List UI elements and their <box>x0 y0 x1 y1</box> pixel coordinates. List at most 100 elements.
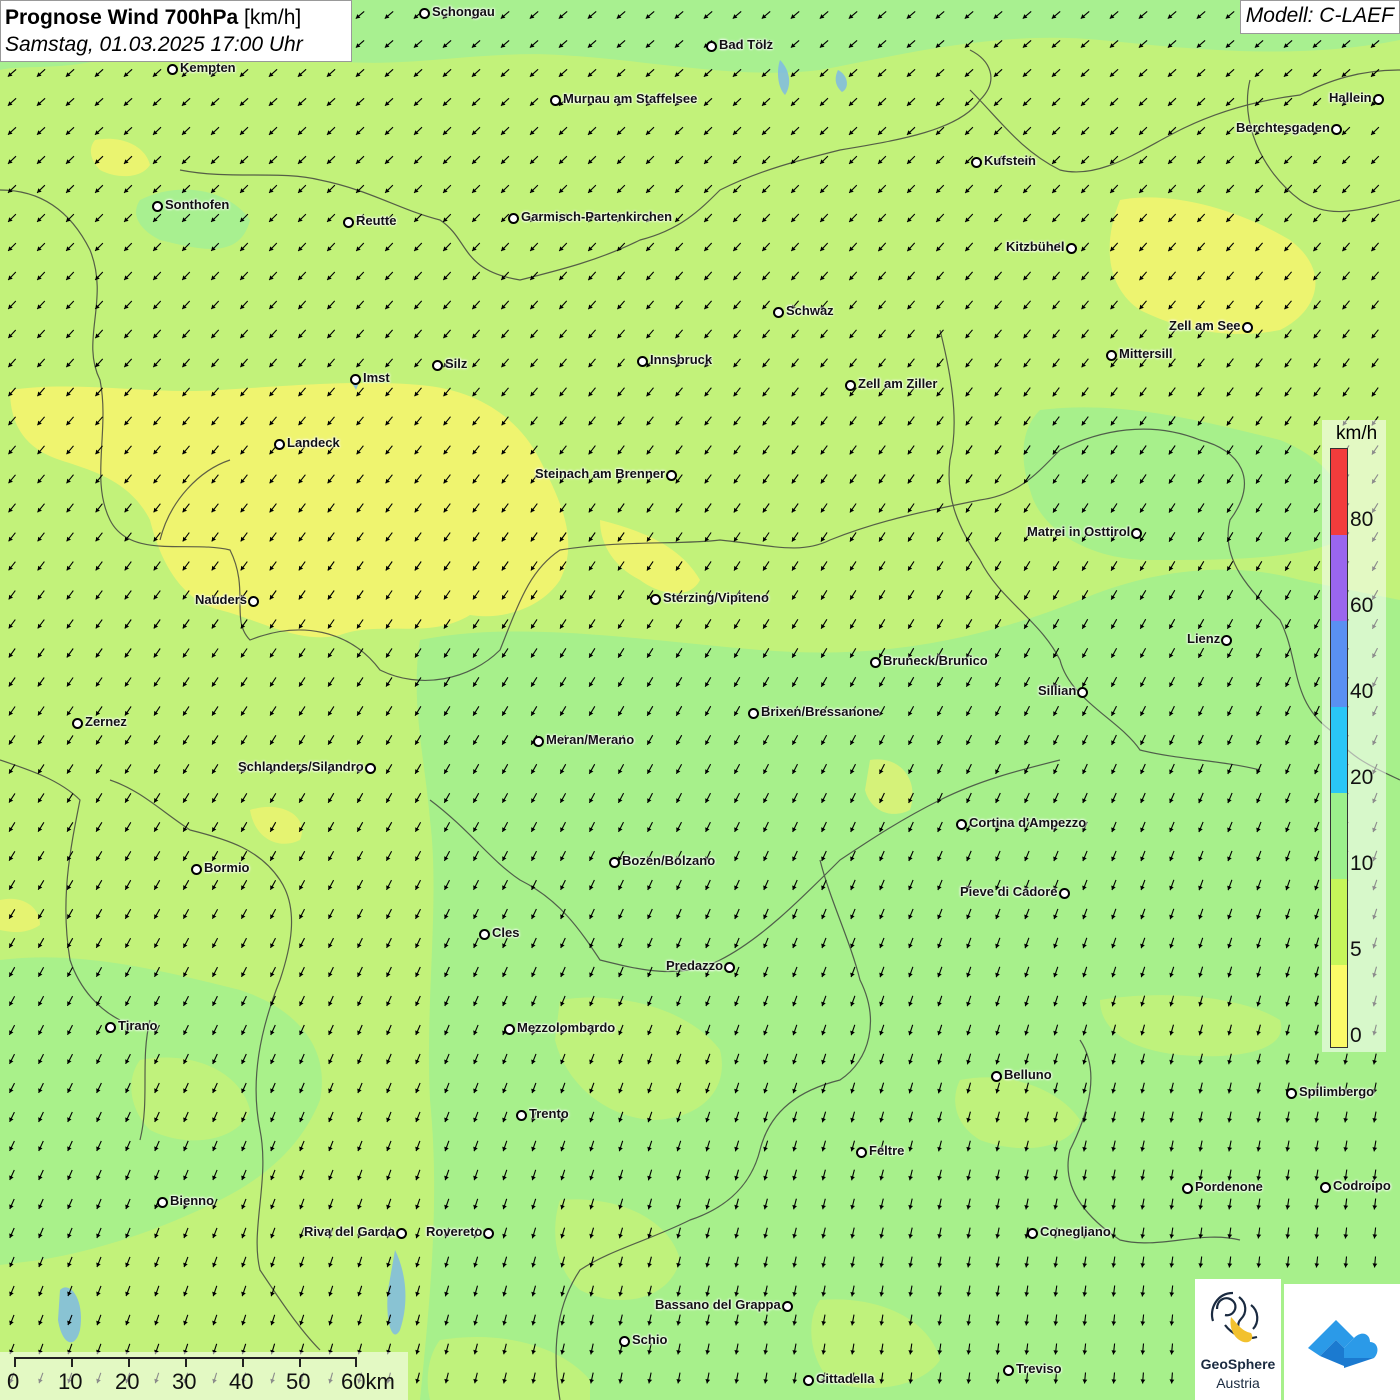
legend-label-20: 20 <box>1350 766 1374 789</box>
city-label: Landeck <box>287 435 340 450</box>
city-label: Bad Tölz <box>719 37 774 52</box>
city-dot-icon <box>516 1110 527 1121</box>
city-label: Bormio <box>204 860 250 875</box>
legend-label-0: 0 <box>1350 1024 1362 1047</box>
city-label: Bruneck/Brunico <box>883 653 988 668</box>
city-label: Trento <box>529 1106 569 1121</box>
legend-seg-80 <box>1331 449 1347 535</box>
city-label: Feltre <box>869 1143 905 1158</box>
city-dot-icon <box>191 864 202 875</box>
city-label: Zell am See <box>1169 318 1241 333</box>
legend-seg-20 <box>1331 707 1347 793</box>
city-dot-icon <box>504 1024 515 1035</box>
forecast-datetime: Samstag, 01.03.2025 17:00 Uhr <box>5 33 303 56</box>
city-dot-icon <box>1131 528 1142 539</box>
city-dot-icon <box>1373 94 1384 105</box>
city-label: Bozen/Bolzano <box>622 853 716 868</box>
legend-seg-0 <box>1331 965 1347 1047</box>
city-label: Lienz <box>1187 631 1221 646</box>
wind-forecast-map[interactable]: Prognose Wind 700hPa [km/h] Samstag, 01.… <box>0 0 1400 1400</box>
city-label: Cortina d'Ampezzo <box>969 815 1087 830</box>
city-label: Cittadella <box>816 1371 875 1386</box>
city-dot-icon <box>1106 350 1117 361</box>
city-label: Steinach am Brenner <box>535 466 666 481</box>
city-dot-icon <box>1331 124 1342 135</box>
city-dot-icon <box>479 929 490 940</box>
city-label: Pieve di Cadore <box>960 884 1058 899</box>
city-dot-icon <box>773 307 784 318</box>
city-label: Brixen/Bressanone <box>761 704 880 719</box>
scale-tick <box>355 1357 357 1367</box>
city-dot-icon <box>167 64 178 75</box>
city-label: Tirano <box>118 1018 158 1033</box>
city-label: Schongau <box>432 4 495 19</box>
cloud-arrow-icon <box>1308 1320 1378 1368</box>
legend-label-5: 5 <box>1350 938 1362 961</box>
city-label: Schwaz <box>786 303 834 318</box>
city-dot-icon <box>748 708 759 719</box>
city-label: Sonthofen <box>165 197 230 212</box>
city-label: Zell am Ziller <box>858 376 938 391</box>
city-dot-icon <box>1066 243 1077 254</box>
city-dot-icon <box>666 470 677 481</box>
weather-app-logo[interactable] <box>1284 1284 1400 1400</box>
legend-seg-10 <box>1331 793 1347 879</box>
city-label: Spilimbergo <box>1299 1084 1375 1099</box>
city-dot-icon <box>956 819 967 830</box>
scale-tick <box>14 1357 16 1367</box>
city-label: Predazzo <box>666 958 724 973</box>
city-dot-icon <box>1242 322 1253 333</box>
city-label: Schio <box>632 1332 668 1347</box>
city-label: Codroipo <box>1333 1178 1391 1193</box>
scale-label-0: 0 <box>7 1369 20 1394</box>
scale-tick <box>299 1357 301 1367</box>
city-label: Kufstein <box>984 153 1036 168</box>
legend-label-60: 60 <box>1350 594 1374 617</box>
city-label: Rovereto <box>426 1224 483 1239</box>
city-dot-icon <box>432 360 443 371</box>
city-dot-icon <box>706 41 717 52</box>
city-label: Matrei in Osttirol <box>1027 524 1131 539</box>
city-dot-icon <box>609 857 620 868</box>
city-dot-icon <box>105 1022 116 1033</box>
city-dot-icon <box>419 8 430 19</box>
city-label: Silz <box>445 356 468 371</box>
city-dot-icon <box>870 657 881 668</box>
city-dot-icon <box>152 201 163 212</box>
scale-tick <box>185 1357 187 1367</box>
city-dot-icon <box>845 380 856 391</box>
city-label: Murnau am Staffelsee <box>563 91 698 106</box>
city-dot-icon <box>619 1336 630 1347</box>
city-label: Bienno <box>170 1193 215 1208</box>
legend-seg-40 <box>1331 621 1347 707</box>
city-dot-icon <box>350 374 361 385</box>
city-dot-icon <box>396 1228 407 1239</box>
city-dot-icon <box>803 1375 814 1386</box>
city-dot-icon <box>782 1301 793 1312</box>
city-dot-icon <box>1182 1183 1193 1194</box>
legend-colorbar <box>1330 448 1348 1048</box>
city-label: Reutte <box>356 213 397 228</box>
city-label: Mezzolombardo <box>517 1020 616 1035</box>
city-dot-icon <box>508 213 519 224</box>
city-label: Kempten <box>180 60 236 75</box>
city-dot-icon <box>1059 888 1070 899</box>
brand-line2: Austria <box>1216 1375 1260 1391</box>
map-title-box: Prognose Wind 700hPa [km/h] Samstag, 01.… <box>0 0 352 62</box>
city-dot-icon <box>856 1147 867 1158</box>
city-dot-icon <box>483 1228 494 1239</box>
city-label: Zernez <box>85 714 127 729</box>
city-label: Imst <box>363 370 390 385</box>
city-label: Riva del Garda <box>304 1224 396 1239</box>
scale-tick <box>128 1357 130 1367</box>
city-dot-icon <box>1027 1228 1038 1239</box>
city-label: Nauders <box>195 592 248 607</box>
city-dot-icon <box>248 596 259 607</box>
city-label: Belluno <box>1004 1067 1052 1082</box>
scale-tick <box>242 1357 244 1367</box>
city-label: Conegliano <box>1040 1224 1111 1239</box>
geosphere-swirl-icon <box>1210 1291 1259 1343</box>
city-label: Hallein <box>1329 90 1372 105</box>
city-dot-icon <box>1221 635 1232 646</box>
city-label: Garmisch-Partenkirchen <box>521 209 673 224</box>
